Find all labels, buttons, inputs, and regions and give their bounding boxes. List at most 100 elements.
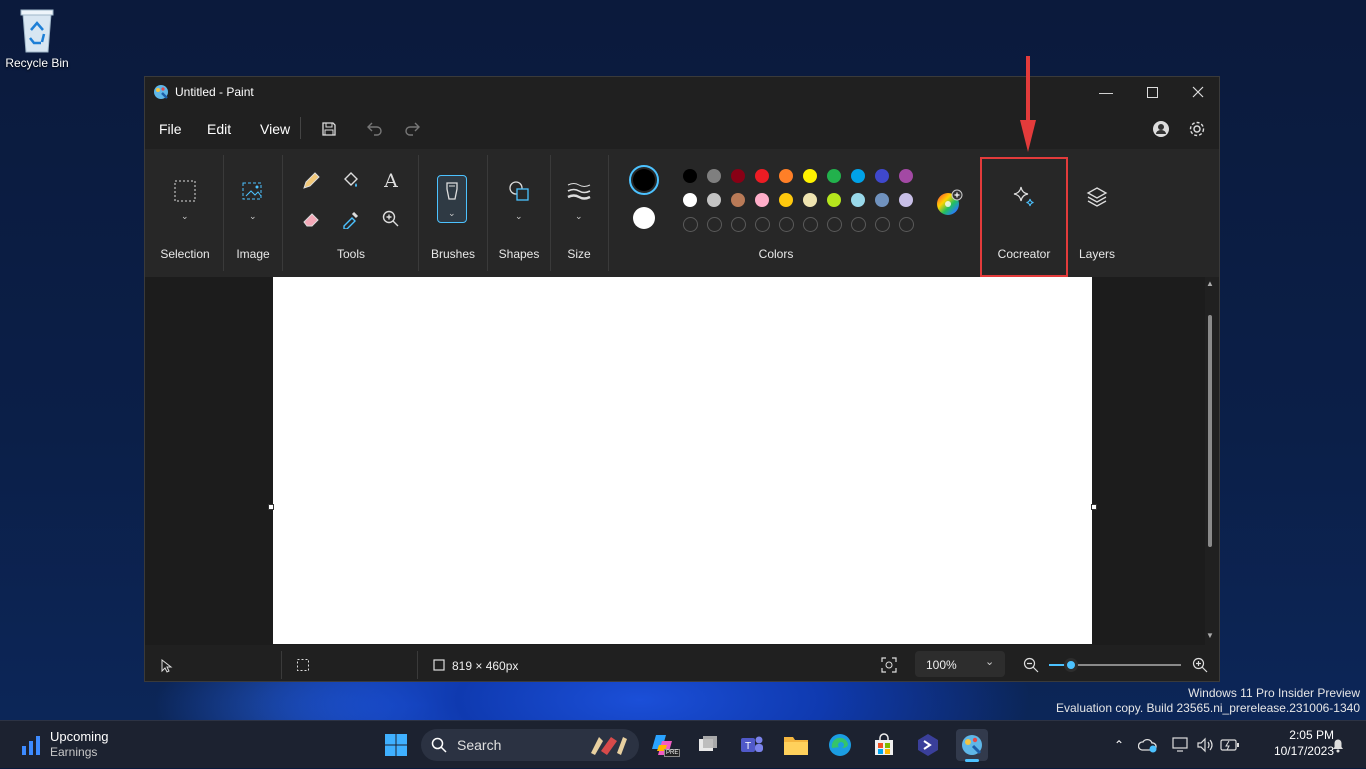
palette-color-swatch[interactable] [827,193,841,207]
palette-color-swatch[interactable] [707,193,721,207]
resize-handle-right[interactable] [1091,504,1097,510]
drawing-canvas[interactable] [273,277,1092,644]
secondary-color-button[interactable] [633,207,655,229]
onedrive-icon[interactable] [1138,737,1158,753]
terminal-button[interactable] [912,729,944,761]
text-button[interactable]: A [377,167,405,195]
vertical-scrollbar[interactable]: ▲ ▼ [1203,277,1219,645]
scroll-down-icon[interactable]: ▼ [1206,631,1214,640]
account-button[interactable] [1147,117,1175,141]
custom-color-slot[interactable] [899,217,914,232]
menu-file[interactable]: File [159,121,182,137]
palette-color-swatch[interactable] [683,169,697,183]
palette-color-swatch[interactable] [803,193,817,207]
image-button[interactable] [239,177,267,205]
custom-color-slot[interactable] [755,217,770,232]
palette-color-swatch[interactable] [803,169,817,183]
scroll-up-icon[interactable]: ▲ [1206,279,1214,288]
battery-icon[interactable] [1220,738,1240,752]
shapes-group[interactable]: ⌄ Shapes [489,149,549,277]
recycle-bin[interactable]: Recycle Bin [4,6,70,72]
edit-colors-button[interactable] [935,189,963,215]
settings-button[interactable] [1183,117,1211,141]
notification-bell-icon[interactable] [1330,737,1346,753]
paint-taskbar-button[interactable] [956,729,988,762]
layers-group[interactable]: Layers [1069,149,1125,277]
custom-color-slot[interactable] [779,217,794,232]
scrollbar-thumb[interactable] [1208,315,1212,547]
palette-color-swatch[interactable] [755,169,769,183]
widgets-button[interactable]: Upcoming Earnings [18,727,128,763]
selection-size-icon [297,659,309,671]
microsoft-store-button[interactable] [868,729,900,761]
palette-color-swatch[interactable] [827,169,841,183]
chevron-down-icon[interactable]: ⌄ [249,211,257,222]
palette-color-swatch[interactable] [875,169,889,183]
teams-button[interactable]: T [736,729,768,761]
image-group[interactable]: ⌄ Image [225,149,281,277]
search-box[interactable]: Search [421,729,639,761]
eraser-button[interactable] [297,205,325,233]
size-group[interactable]: ⌄ Size [553,149,605,277]
brushes-button[interactable]: ⌄ [437,175,467,223]
selection-button[interactable] [171,177,199,205]
palette-color-swatch[interactable] [851,193,865,207]
save-button[interactable] [315,117,343,141]
zoom-out-button[interactable] [1023,657,1039,676]
zoom-in-button[interactable] [1192,657,1208,676]
magnifier-button[interactable] [377,205,405,233]
custom-color-slot[interactable] [803,217,818,232]
zoom-slider-knob[interactable] [1064,658,1079,672]
minimize-button[interactable]: — [1083,77,1129,107]
fill-button[interactable] [337,167,365,195]
primary-color-button[interactable] [629,165,659,195]
custom-color-slot[interactable] [827,217,842,232]
edge-button[interactable] [824,729,856,761]
brushes-group[interactable]: ⌄ Brushes [421,149,485,277]
custom-color-slot[interactable] [851,217,866,232]
custom-color-slot[interactable] [707,217,722,232]
selection-group[interactable]: ⌄ Selection [149,149,221,277]
zoom-dropdown[interactable]: 100% ⌄ [915,651,1005,677]
close-button[interactable] [1175,77,1221,107]
pencil-button[interactable] [297,167,325,195]
network-icon[interactable] [1172,737,1190,753]
palette-color-swatch[interactable] [731,193,745,207]
start-button[interactable] [380,729,412,761]
fit-to-window-button[interactable] [881,657,897,676]
shapes-button[interactable] [505,177,533,205]
palette-color-swatch[interactable] [779,193,793,207]
maximize-button[interactable] [1129,77,1175,107]
undo-button[interactable] [360,117,388,141]
task-view-button[interactable] [692,729,724,761]
palette-color-swatch[interactable] [779,169,793,183]
palette-color-swatch[interactable] [731,169,745,183]
chevron-down-icon[interactable]: ⌄ [181,211,189,222]
menu-edit[interactable]: Edit [207,121,231,137]
resize-handle-left[interactable] [268,504,274,510]
palette-color-swatch[interactable] [875,193,889,207]
volume-icon[interactable] [1196,737,1214,753]
custom-color-slot[interactable] [683,217,698,232]
show-hidden-icons-chevron-up-icon[interactable]: ⌃ [1114,738,1124,752]
palette-color-swatch[interactable] [707,169,721,183]
color-picker-button[interactable] [337,205,365,233]
minimize-icon: — [1099,84,1113,100]
copilot-button[interactable]: PRE [648,729,681,761]
clock[interactable]: 2:05 PM 10/17/2023 [1254,727,1334,759]
zoom-slider[interactable] [1049,658,1181,672]
palette-color-swatch[interactable] [755,193,769,207]
layers-button[interactable] [1083,183,1111,211]
palette-color-swatch[interactable] [683,193,697,207]
palette-color-swatch[interactable] [899,169,913,183]
file-explorer-button[interactable] [780,729,812,761]
menu-view[interactable]: View [260,121,290,137]
palette-color-swatch[interactable] [851,169,865,183]
chevron-down-icon[interactable]: ⌄ [575,211,583,222]
redo-button[interactable] [399,117,427,141]
palette-color-swatch[interactable] [899,193,913,207]
custom-color-slot[interactable] [875,217,890,232]
chevron-down-icon[interactable]: ⌄ [515,211,523,222]
size-button[interactable] [565,177,593,205]
custom-color-slot[interactable] [731,217,746,232]
